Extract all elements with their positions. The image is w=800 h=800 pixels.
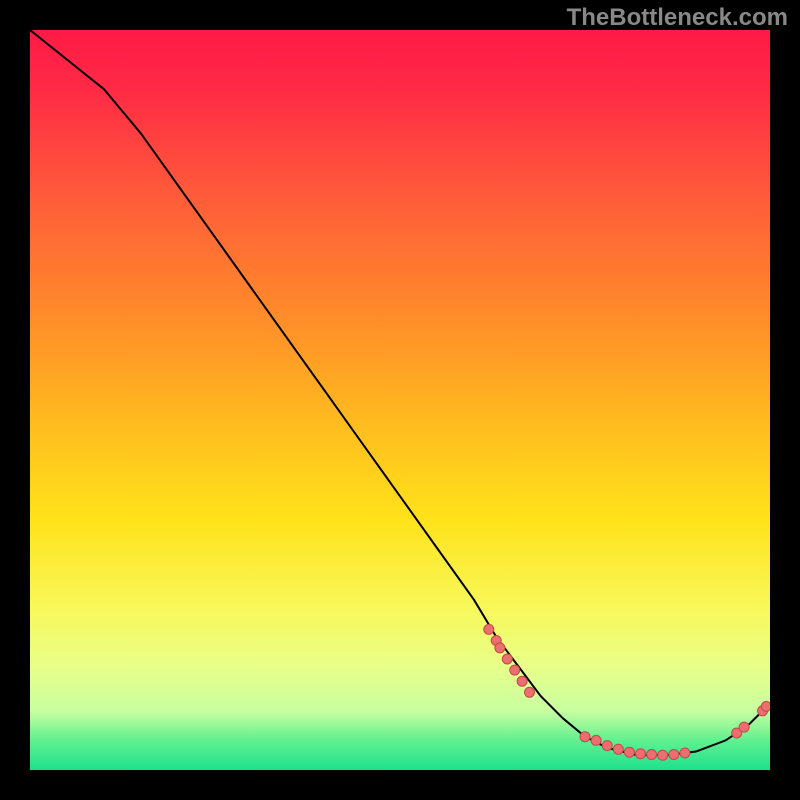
data-dot bbox=[510, 665, 520, 675]
data-dot bbox=[602, 741, 612, 751]
data-dot bbox=[484, 624, 494, 634]
chart-svg bbox=[30, 30, 770, 770]
data-dot bbox=[680, 748, 690, 758]
data-dot bbox=[613, 744, 623, 754]
data-dot bbox=[636, 749, 646, 759]
watermark-text: TheBottleneck.com bbox=[567, 4, 788, 32]
data-dot bbox=[658, 750, 668, 760]
data-dot bbox=[669, 750, 679, 760]
plot-area bbox=[30, 30, 770, 770]
data-dot bbox=[761, 701, 770, 711]
data-dot bbox=[580, 732, 590, 742]
data-dot bbox=[739, 722, 749, 732]
data-dot bbox=[647, 750, 657, 760]
data-dot bbox=[591, 735, 601, 745]
bottleneck-curve bbox=[30, 30, 770, 755]
data-dot bbox=[495, 643, 505, 653]
data-dot bbox=[502, 654, 512, 664]
data-dot bbox=[624, 747, 634, 757]
data-dot bbox=[525, 687, 535, 697]
chart-frame: TheBottleneck.com bbox=[0, 0, 800, 800]
data-dot bbox=[517, 676, 527, 686]
